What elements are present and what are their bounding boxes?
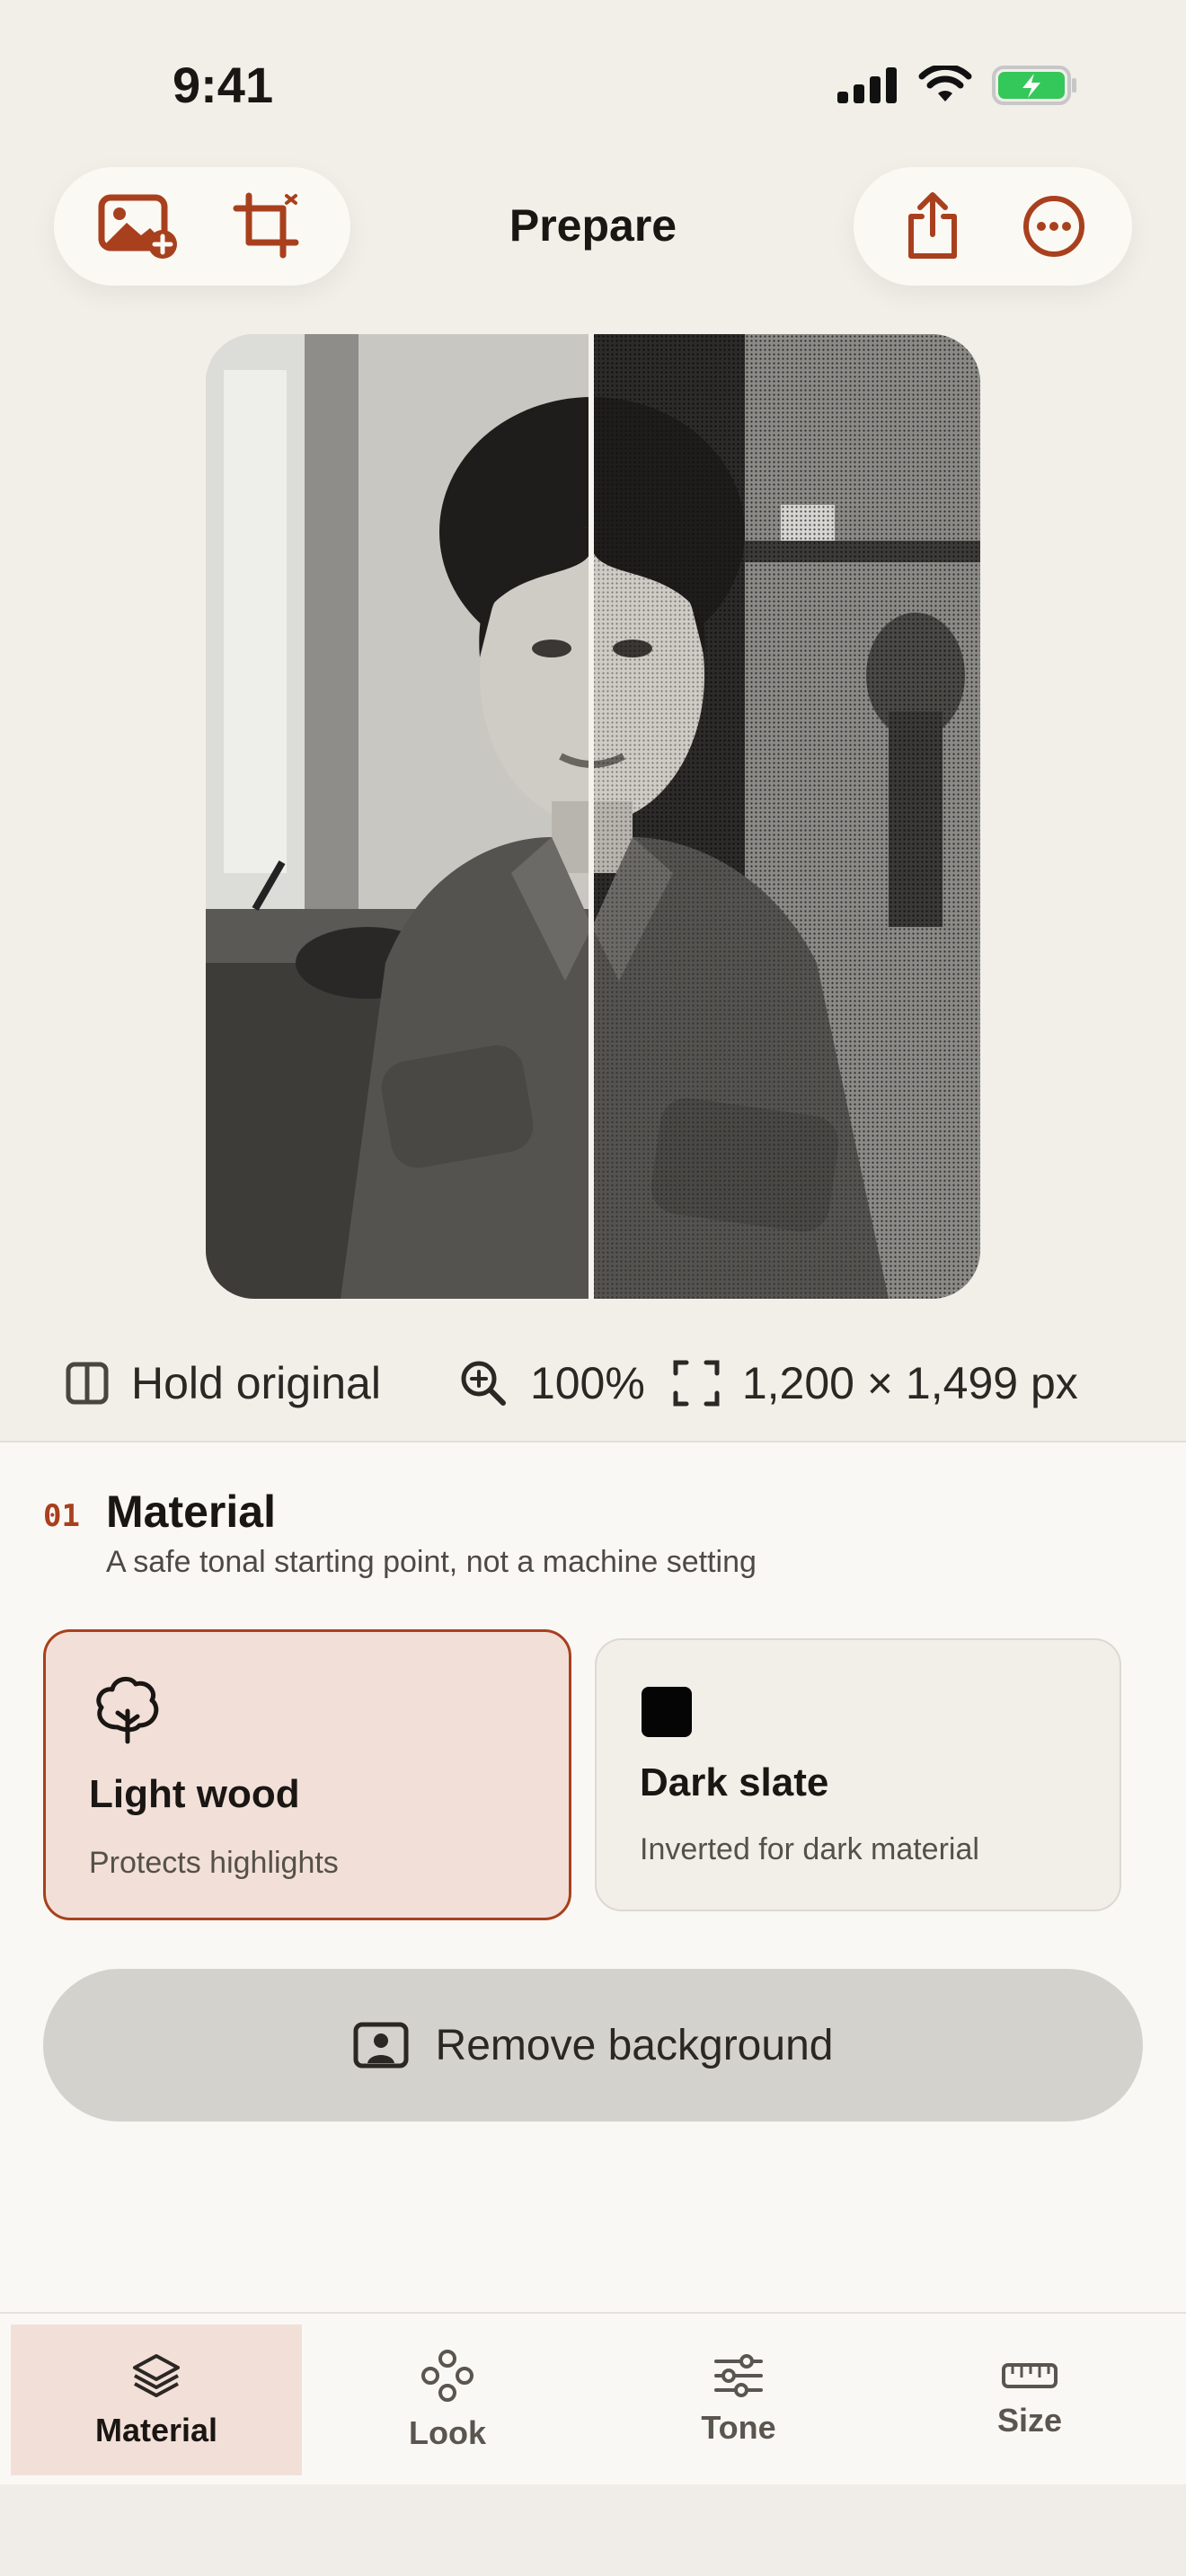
wifi-icon	[918, 66, 972, 101]
screen: 9:41 Prepare Hold original 100% 1,200 × …	[0, 0, 1186, 2576]
image-dimensions: 1,200 × 1,499 px	[741, 1358, 1078, 1408]
status-icons	[837, 65, 1078, 106]
section-number: 01	[43, 1498, 80, 1534]
battery-charging-icon	[992, 66, 1076, 105]
tab-bar: Material Look Tone Size	[0, 2312, 1186, 2484]
remove-background-label: Remove background	[435, 2021, 834, 2069]
more-button[interactable]	[1005, 177, 1103, 276]
compare-divider-handle[interactable]	[589, 334, 594, 1299]
material-option-dark-slate[interactable]: Dark slate Inverted for dark material	[595, 1638, 1121, 1911]
ruler-icon	[1002, 2363, 1058, 2388]
preview-info-row: Hold original 100% 1,200 × 1,499 px	[65, 1347, 1132, 1419]
tab-label: Material	[94, 2412, 218, 2448]
status-time: 9:41	[173, 57, 274, 113]
layers-icon	[133, 2354, 180, 2397]
share-icon	[907, 192, 957, 259]
material-option-light-wood[interactable]: Light wood Protects highlights	[43, 1629, 571, 1920]
remove-background-button[interactable]: Remove background	[43, 1969, 1143, 2122]
dimensions-indicator: 1,200 × 1,499 px	[672, 1357, 1078, 1409]
tab-label: Size	[996, 2402, 1063, 2439]
tab-tone[interactable]: Tone	[593, 2325, 884, 2475]
tree-icon	[96, 1676, 159, 1744]
section-title: Material	[106, 1486, 276, 1537]
share-button[interactable]	[883, 177, 982, 276]
hold-original-label: Hold original	[131, 1358, 381, 1408]
zoom-indicator[interactable]: 100%	[458, 1357, 645, 1409]
sliders-icon	[714, 2354, 763, 2397]
section-subtitle: A safe tonal starting point, not a machi…	[106, 1545, 757, 1579]
split-view-icon	[66, 1362, 109, 1405]
hold-original-button[interactable]: Hold original	[65, 1357, 381, 1409]
cellular-signal-icon	[837, 67, 897, 103]
zoom-in-icon	[461, 1361, 506, 1406]
toolbar-right-group	[854, 167, 1132, 286]
nodes-icon	[421, 2350, 474, 2402]
material-subtitle: Protects highlights	[89, 1846, 339, 1880]
tab-label: Tone	[701, 2409, 776, 2446]
material-title: Dark slate	[640, 1760, 829, 1804]
more-icon	[1022, 196, 1084, 257]
tab-label: Look	[409, 2414, 486, 2451]
black-square-icon	[642, 1687, 692, 1737]
zoom-value: 100%	[529, 1358, 645, 1408]
tab-material[interactable]: Material	[11, 2325, 302, 2475]
home-indicator-area	[0, 2484, 1186, 2576]
material-subtitle: Inverted for dark material	[640, 1832, 979, 1866]
frame-corners-icon	[673, 1360, 720, 1407]
tab-look[interactable]: Look	[302, 2325, 593, 2475]
portrait-icon	[353, 2022, 409, 2069]
material-title: Light wood	[89, 1772, 300, 1816]
tab-size[interactable]: Size	[884, 2325, 1175, 2475]
